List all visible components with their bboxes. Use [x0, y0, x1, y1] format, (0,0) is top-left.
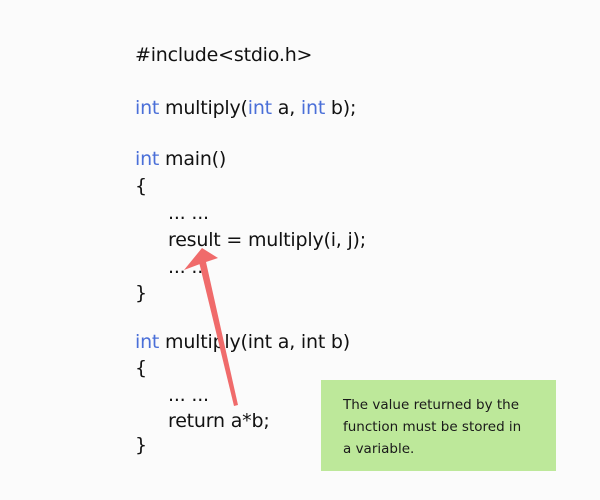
- note-line-2: function must be stored in: [343, 419, 522, 435]
- explanation-note: The value returned by the function must …: [321, 380, 556, 471]
- note-line-1: The value returned by the: [343, 397, 520, 413]
- arrow-shaft: [199, 262, 238, 406]
- note-line-3: a variable.: [343, 441, 415, 457]
